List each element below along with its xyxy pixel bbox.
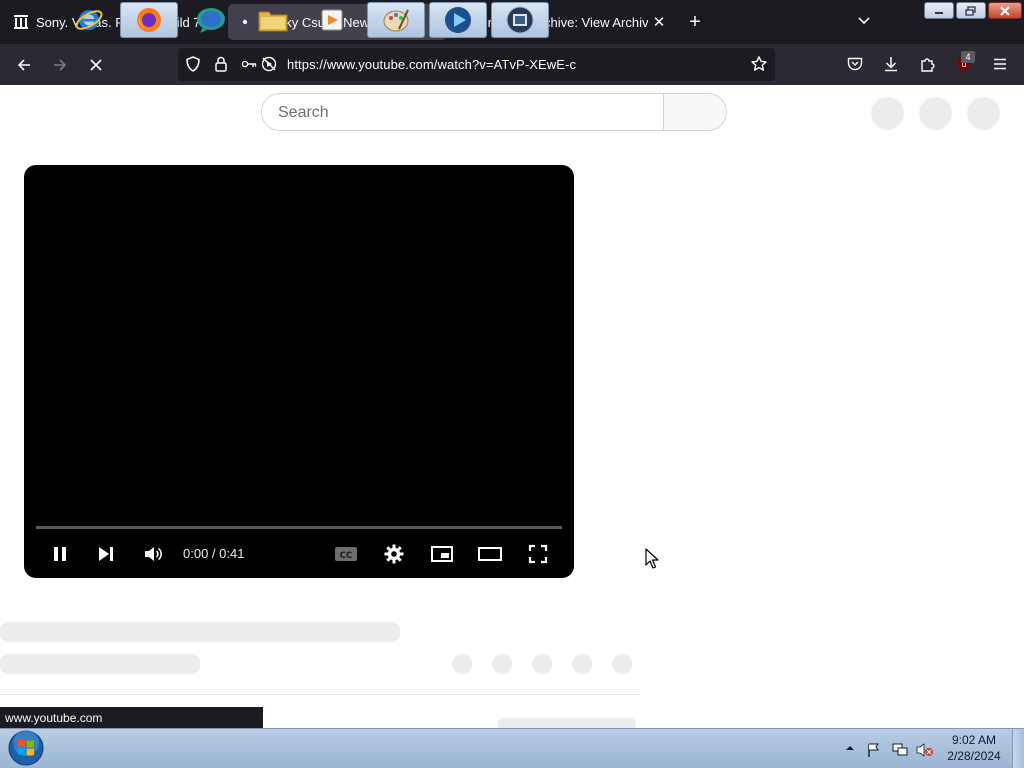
pause-icon (54, 547, 66, 561)
divider (0, 694, 640, 695)
forward-button[interactable] (47, 52, 73, 78)
restore-button[interactable] (956, 2, 986, 19)
svg-text:CC: CC (340, 551, 352, 561)
fullscreen-icon (528, 544, 548, 564)
chevron-down-icon (858, 17, 870, 25)
windows-orb-icon (8, 730, 44, 766)
list-all-tabs-button[interactable] (854, 12, 874, 32)
folder-icon (258, 11, 288, 32)
taskbar-clock[interactable]: 9:02 AM 2/28/2024 (946, 732, 1002, 764)
fullscreen-button[interactable] (526, 542, 550, 566)
clock-time: 9:02 AM (951, 733, 997, 747)
taskbar-windows-media-player[interactable] (429, 2, 487, 38)
minimize-button[interactable] (924, 2, 954, 19)
restore-icon (965, 5, 976, 16)
link-status-bar: www.youtube.com (0, 707, 263, 728)
pause-button[interactable] (48, 542, 72, 566)
extension-badge: 4 (961, 51, 975, 63)
permissions-key-icon[interactable] (240, 55, 258, 78)
arrow-left-icon (17, 59, 30, 71)
volume-icon (145, 547, 162, 561)
tracking-protection-icon[interactable] (184, 55, 202, 78)
channel-skeleton (0, 654, 200, 674)
show-hidden-icons-button[interactable] (845, 742, 855, 756)
action-skeleton (572, 654, 592, 674)
captions-icon: CC (335, 547, 357, 561)
mouse-cursor-icon (645, 548, 659, 575)
taskbar-paint[interactable] (367, 2, 425, 38)
internet-explorer-icon (75, 10, 103, 30)
taskbar-media-player[interactable] (304, 2, 362, 38)
taskbar-firefox[interactable] (120, 2, 178, 38)
arrow-right-icon (54, 59, 67, 71)
film-reel-icon (506, 6, 534, 34)
gear-icon (384, 544, 404, 564)
skeleton-block (498, 718, 636, 728)
next-button[interactable] (94, 542, 118, 566)
title-skeleton (0, 622, 400, 642)
start-button[interactable] (4, 729, 48, 767)
taskbar-chat-app[interactable] (182, 2, 240, 38)
firefox-icon (137, 8, 161, 32)
settings-button[interactable] (382, 542, 406, 566)
taskbar-video-editor[interactable] (491, 2, 549, 38)
action-skeleton (532, 654, 552, 674)
show-desktop-button[interactable] (1012, 729, 1024, 768)
menu-hamburger-icon[interactable] (991, 55, 1009, 78)
autoplay-blocked-icon[interactable] (260, 55, 278, 78)
theater-icon (478, 547, 502, 561)
stop-loading-button[interactable] (83, 52, 109, 78)
close-tab-icon[interactable]: ✕ (648, 13, 670, 31)
minimize-icon (935, 11, 943, 14)
taskbar-file-explorer[interactable] (244, 2, 302, 38)
skip-next-icon (99, 547, 113, 561)
pocket-icon[interactable] (846, 55, 864, 78)
bookmark-star-icon[interactable] (750, 55, 768, 78)
chevron-up-icon (846, 746, 854, 750)
extensions-puzzle-icon[interactable] (919, 55, 937, 78)
new-tab-button[interactable]: + (684, 11, 706, 33)
volume-muted-icon[interactable] (916, 742, 934, 761)
video-player[interactable] (24, 165, 574, 578)
miniplayer-button[interactable] (429, 542, 455, 566)
url-text[interactable]: https://www.youtube.com/watch?v=ATvP-XEw… (287, 57, 576, 72)
progress-bar[interactable] (36, 526, 562, 529)
action-skeleton (452, 654, 472, 674)
clock-date: 2/28/2024 (947, 749, 1001, 763)
back-button[interactable] (11, 52, 37, 78)
action-skeleton (492, 654, 512, 674)
captions-button[interactable]: CC (333, 542, 359, 566)
volume-button[interactable] (141, 542, 165, 566)
stop-x-icon (90, 59, 102, 71)
window-controls (924, 2, 1022, 20)
time-display: 0:00 / 0:41 (183, 546, 245, 561)
downloads-icon[interactable] (882, 55, 900, 78)
action-center-flag-icon[interactable] (866, 742, 882, 761)
media-player-icon (321, 9, 343, 31)
paint-palette-icon (383, 9, 409, 32)
chat-bubble-icon (197, 8, 225, 33)
network-icon[interactable] (891, 742, 909, 761)
lock-icon[interactable] (212, 55, 230, 78)
theater-mode-button[interactable] (477, 542, 503, 566)
taskbar-internet-explorer[interactable] (60, 2, 118, 38)
miniplayer-icon (431, 546, 453, 562)
close-icon (1000, 5, 1010, 16)
close-window-button[interactable] (988, 2, 1022, 19)
action-skeleton (612, 654, 632, 674)
play-circle-icon (445, 7, 471, 33)
search-button[interactable] (663, 93, 727, 131)
header-button-placeholder[interactable] (919, 97, 952, 130)
archive-icon (12, 14, 30, 30)
avatar-placeholder[interactable] (967, 97, 1000, 130)
search-placeholder: Search (278, 104, 329, 121)
header-button-placeholder[interactable] (871, 97, 904, 130)
